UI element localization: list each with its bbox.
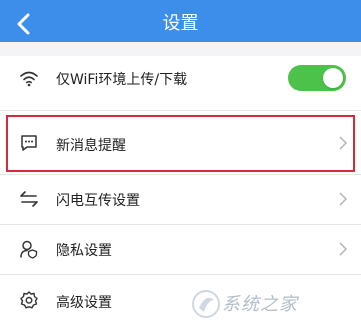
settings-item-label: 仅WiFi环境上传/下载 [56,72,188,88]
message-icon [18,132,40,154]
settings-item-label: 闪电互传设置 [56,193,140,209]
gear-icon [18,289,40,311]
settings-item-wifi-only: 仅WiFi环境上传/下载 [0,56,361,100]
app-header: 设置 [0,6,361,42]
settings-item-label: 高级设置 [56,295,112,311]
page-title: 设置 [162,13,199,34]
settings-item-label: 隐私设置 [56,243,112,259]
wifi-icon [18,67,40,89]
chevron-right-icon [339,136,348,150]
settings-item-label: 新消息提醒 [56,138,126,154]
settings-item-lightning-transfer[interactable]: 闪电互传设置 [0,175,361,223]
watermark-text: 系统之家 [222,294,298,315]
transfer-icon [18,188,40,210]
chevron-right-icon [339,192,348,206]
wifi-only-toggle[interactable] [288,65,346,91]
toggle-knob [323,68,343,88]
section-gap [0,42,361,56]
settings-item-privacy[interactable]: 隐私设置 [0,225,361,273]
divider [0,110,361,111]
chevron-right-icon [339,242,348,256]
settings-item-new-message[interactable]: 新消息提醒 [0,117,361,170]
privacy-icon [18,238,40,260]
